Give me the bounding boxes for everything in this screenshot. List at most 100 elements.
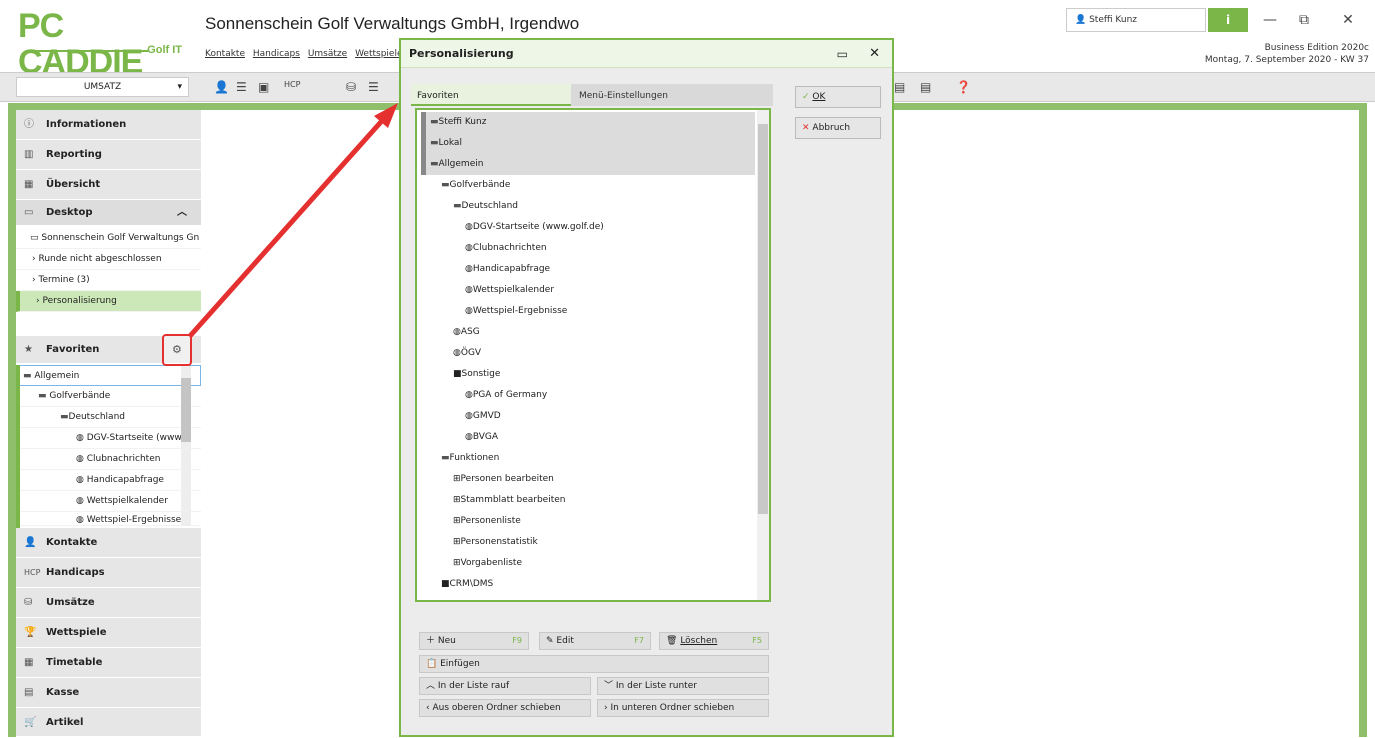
- tree-item[interactable]: ⊞Personenliste: [453, 511, 521, 532]
- tree-scrollbar[interactable]: [757, 110, 769, 600]
- globe-icon: ◍: [465, 390, 473, 400]
- button-label: Edit: [556, 636, 574, 646]
- ok-label: OK: [812, 92, 826, 102]
- favorites-tree: ▬Steffi Kunz ▬Lokal ▬Allgemein ▬Golfverb…: [415, 108, 771, 602]
- maximize-icon[interactable]: ▭: [837, 40, 848, 68]
- globe-icon: ◍: [465, 306, 473, 316]
- tab-favoriten[interactable]: Favoriten: [411, 84, 571, 106]
- tree-label: DGV-Startseite (www.golf.de): [472, 222, 604, 232]
- tree-label: Clubnachrichten: [472, 243, 547, 253]
- tree-item[interactable]: ◍ÖGV: [453, 343, 481, 364]
- tree-label: GMVD: [472, 411, 501, 421]
- globe-icon: ◍: [465, 411, 473, 421]
- cross-icon: ✕: [802, 123, 810, 133]
- tree-label: Personenstatistik: [460, 537, 538, 547]
- tree-item-steffi[interactable]: ▬Steffi Kunz: [421, 112, 755, 133]
- tree-label: Lokal: [438, 138, 462, 148]
- folder-icon: ▬: [441, 180, 450, 190]
- tree-label: Vorgabenliste: [460, 558, 522, 568]
- tree-item[interactable]: ■CRM\DMS: [441, 574, 493, 595]
- tree-item[interactable]: ◍Clubnachrichten: [465, 238, 547, 259]
- chevron-down-icon: ﹀: [604, 681, 614, 691]
- tree-item[interactable]: ▬Deutschland: [453, 196, 518, 217]
- folder-icon: ▬: [441, 453, 450, 463]
- globe-icon: ◍: [465, 243, 473, 253]
- tree-label: Stammblatt bearbeiten: [460, 495, 566, 505]
- scroll-thumb[interactable]: [758, 124, 768, 514]
- tree-label: Wettspiel-Ergebnisse: [472, 306, 568, 316]
- tree-item-lokal[interactable]: ▬Lokal: [421, 133, 755, 154]
- tree-label: Wettspielkalender: [472, 285, 555, 295]
- tree-label: PGA of Germany: [472, 390, 548, 400]
- edit-button[interactable]: ✎ Edit F7: [539, 632, 651, 650]
- dialog-title: Personalisierung ▭ ✕: [401, 40, 892, 68]
- tree-item[interactable]: ◍Handicapabfrage: [465, 259, 550, 280]
- liste-runter-button[interactable]: ﹀ In der Liste runter: [597, 677, 769, 695]
- liste-rauf-button[interactable]: ︿ In der Liste rauf: [419, 677, 591, 695]
- tree-item[interactable]: ◍GMVD: [465, 406, 501, 427]
- tree-label: ÖGV: [460, 348, 482, 358]
- button-label: Löschen: [680, 636, 718, 646]
- tree-item[interactable]: ■Sonstige: [453, 364, 500, 385]
- function-icon: ⊞: [453, 495, 461, 505]
- tree-item-allgemein[interactable]: ▬Allgemein: [421, 154, 755, 175]
- globe-icon: ◍: [465, 285, 473, 295]
- tree-item[interactable]: ⊞Personenstatistik: [453, 532, 538, 553]
- arrow-line: [188, 112, 390, 338]
- unteren-ordner-button[interactable]: › In unteren Ordner schieben: [597, 699, 769, 717]
- trash-icon: 🗑: [666, 636, 678, 646]
- tree-item[interactable]: ◍DGV-Startseite (www.golf.de): [465, 217, 604, 238]
- button-label: Einfügen: [440, 659, 480, 669]
- dialog-button-panel: [784, 68, 892, 735]
- einfuegen-button[interactable]: 📋 Einfügen: [419, 655, 769, 673]
- tree-label: Allgemein: [438, 159, 484, 169]
- tree-item[interactable]: ⊞Personen bearbeiten: [453, 469, 554, 490]
- globe-icon: ◍: [465, 222, 473, 232]
- tree-label: Deutschland: [461, 201, 518, 211]
- function-icon: ⊞: [453, 474, 461, 484]
- loeschen-button[interactable]: 🗑 Löschen F5: [659, 632, 769, 650]
- tree-item[interactable]: ◍PGA of Germany: [465, 385, 547, 406]
- dialog-title-text: Personalisierung: [409, 47, 514, 60]
- pencil-icon: ✎: [546, 636, 554, 646]
- function-icon: ⊞: [453, 516, 461, 526]
- tree-item[interactable]: ⊞Stammblatt bearbeiten: [453, 490, 565, 511]
- chevron-up-icon: ︿: [426, 681, 436, 691]
- tree-item[interactable]: ◍ASG: [453, 322, 480, 343]
- tree-item[interactable]: ◍BVGA: [465, 427, 498, 448]
- neu-button[interactable]: ＋ Neu F9: [419, 632, 529, 650]
- button-label: In unteren Ordner schieben: [610, 703, 735, 713]
- shortcut-label: F9: [512, 636, 522, 645]
- personalisierung-dialog: Personalisierung ▭ ✕ ✓ OK ✕ Abbruch Favo…: [399, 38, 894, 737]
- function-icon: ⊞: [453, 537, 461, 547]
- tree-label: Handicapabfrage: [472, 264, 551, 274]
- folder-icon: ■: [453, 369, 462, 379]
- close-icon[interactable]: ✕: [869, 40, 880, 68]
- cancel-button[interactable]: ✕ Abbruch: [795, 117, 881, 139]
- tree-item[interactable]: ◍Wettspiel-Ergebnisse: [465, 301, 567, 322]
- folder-icon: ▬: [430, 138, 439, 148]
- tree-label: BVGA: [472, 432, 499, 442]
- oberen-ordner-button[interactable]: ‹ Aus oberen Ordner schieben: [419, 699, 591, 717]
- button-label: In der Liste runter: [615, 681, 697, 691]
- button-label: Neu: [437, 636, 456, 646]
- tree-item[interactable]: ▬Funktionen: [441, 448, 499, 469]
- shortcut-label: F7: [634, 636, 644, 645]
- paste-icon: 📋: [426, 659, 438, 669]
- tree-item[interactable]: ◍Wettspielkalender: [465, 280, 554, 301]
- tree-label: ASG: [460, 327, 480, 337]
- folder-icon: ▬: [453, 201, 462, 211]
- tree-label: Personenliste: [460, 516, 521, 526]
- tab-menu-einstellungen[interactable]: Menü-Einstellungen: [571, 84, 773, 106]
- chevron-left-icon: ‹: [426, 703, 430, 713]
- ok-button[interactable]: ✓ OK: [795, 86, 881, 108]
- check-icon: ✓: [802, 92, 810, 102]
- tree-label: Sonstige: [461, 369, 501, 379]
- tree-label: Personen bearbeiten: [460, 474, 554, 484]
- chevron-right-icon: ›: [604, 703, 608, 713]
- tree-item[interactable]: ⊞Vorgabenliste: [453, 553, 522, 574]
- tree-item[interactable]: ▬Golfverbände: [441, 175, 510, 196]
- plus-icon: ＋: [426, 636, 436, 646]
- tree-label: Steffi Kunz: [438, 117, 487, 127]
- globe-icon: ◍: [465, 432, 473, 442]
